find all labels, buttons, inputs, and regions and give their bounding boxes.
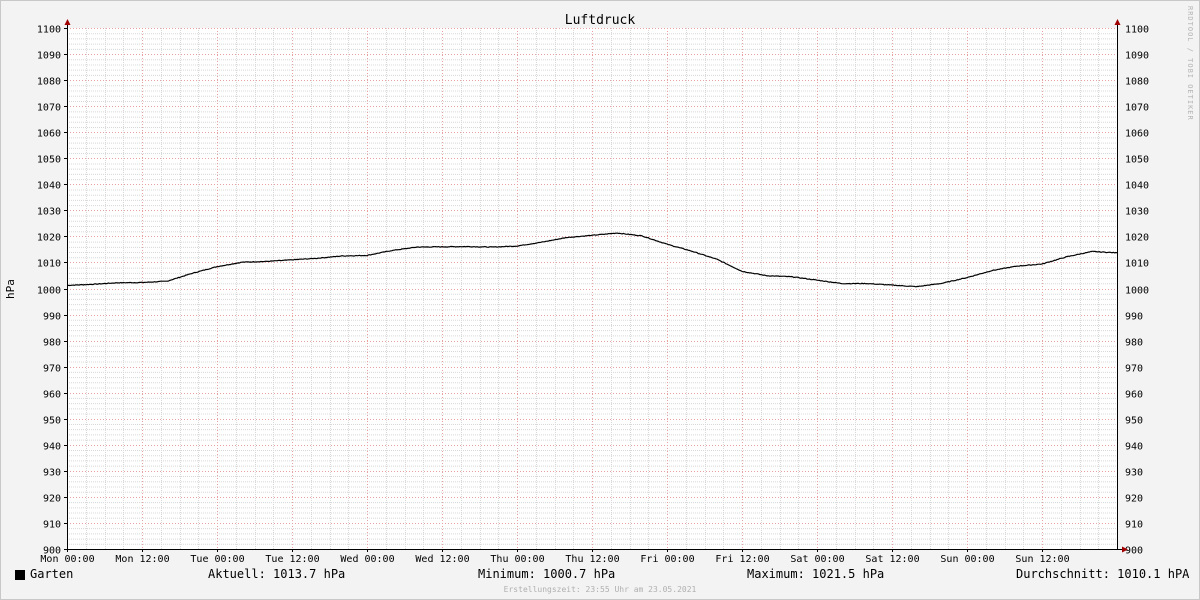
legend-minimum: Minimum: 1000.7 hPa: [478, 567, 616, 581]
x-tick-label: Sun 00:00: [940, 554, 994, 565]
legend-average: Durchschnitt: 1010.1 hPA: [1016, 567, 1190, 581]
y-tick-label-right: 1090: [1125, 51, 1149, 62]
y-tick-label-left: 990: [43, 312, 61, 323]
y-tick-label-left: 980: [43, 338, 61, 349]
rrdtool-watermark: RRDTOOL / TOBI OETIKER: [1186, 6, 1194, 121]
legend-swatch: [15, 570, 25, 580]
x-tick-label: Mon 12:00: [115, 554, 169, 565]
y-tick-label-left: 1040: [37, 181, 61, 192]
y-axis-arrow-left: [64, 19, 71, 25]
y-tick-label-right: 940: [1125, 442, 1143, 453]
y-tick-label-right: 1020: [1125, 233, 1149, 244]
y-tick-label-right: 1010: [1125, 259, 1149, 270]
y-tick-label-left: 1020: [37, 233, 61, 244]
legend-maximum: Maximum: 1021.5 hPa: [747, 567, 885, 581]
y-tick-label-left: 960: [43, 390, 61, 401]
y-tick-label-right: 1100: [1125, 25, 1149, 36]
y-axis-label-left: hPa: [4, 279, 17, 299]
y-tick-label-left: 1030: [37, 207, 61, 218]
y-tick-label-right: 1070: [1125, 103, 1149, 114]
x-tick-label: Fri 00:00: [640, 554, 694, 565]
x-tick-label: Tue 12:00: [265, 554, 319, 565]
y-tick-label-left: 1080: [37, 77, 61, 88]
legend-current: Aktuell: 1013.7 hPa: [208, 567, 346, 581]
x-tick-label: Wed 12:00: [415, 554, 469, 565]
x-tick-label: Sat 12:00: [865, 554, 919, 565]
x-tick-label: Wed 00:00: [340, 554, 394, 565]
y-axis-arrow-right: [1114, 19, 1121, 25]
legend-series-name: Garten: [30, 567, 74, 581]
y-tick-label-right: 990: [1125, 312, 1143, 323]
y-tick-label-left: 1090: [37, 51, 61, 62]
y-tick-label-right: 1080: [1125, 77, 1149, 88]
x-tick-label: Sat 00:00: [790, 554, 844, 565]
y-tick-label-left: 950: [43, 416, 61, 427]
y-tick-label-left: 920: [43, 494, 61, 505]
x-tick-label: Sun 12:00: [1015, 554, 1069, 565]
y-tick-label-right: 930: [1125, 468, 1143, 479]
y-tick-label-right: 1060: [1125, 129, 1149, 140]
y-tick-label-right: 910: [1125, 520, 1143, 531]
y-tick-label-right: 970: [1125, 364, 1143, 375]
y-tick-label-right: 950: [1125, 416, 1143, 427]
y-tick-label-right: 1030: [1125, 207, 1149, 218]
y-tick-label-right: 900: [1125, 546, 1143, 557]
y-tick-label-right: 980: [1125, 338, 1143, 349]
y-tick-label-right: 960: [1125, 390, 1143, 401]
x-tick-label: Tue 00:00: [190, 554, 244, 565]
y-tick-label-left: 910: [43, 520, 61, 531]
x-tick-label: Mon 00:00: [40, 554, 94, 565]
y-tick-label-left: 1010: [37, 259, 61, 270]
y-tick-label-right: 1050: [1125, 155, 1149, 166]
y-tick-label-right: 1000: [1125, 286, 1149, 297]
y-tick-label-left: 1060: [37, 129, 61, 140]
creation-time-footer: Erstellungszeit: 23:55 Uhr am 23.05.2021: [503, 585, 697, 594]
y-tick-label-left: 1050: [37, 155, 61, 166]
line-chart: Luftdruck hPa 900 900910 910920 920930 93094…: [4, 13, 1149, 565]
x-tick-label: Fri 12:00: [715, 554, 769, 565]
y-tick-label-right: 920: [1125, 494, 1143, 505]
chart-title: Luftdruck: [565, 13, 636, 28]
y-tick-label-right: 1040: [1125, 181, 1149, 192]
x-tick-label: Thu 00:00: [490, 554, 544, 565]
y-tick-label-left: 970: [43, 364, 61, 375]
y-tick-label-left: 1070: [37, 103, 61, 114]
x-tick-label: Thu 12:00: [565, 554, 619, 565]
y-tick-label-left: 940: [43, 442, 61, 453]
y-tick-label-left: 1100: [37, 25, 61, 36]
y-tick-label-left: 1000: [37, 286, 61, 297]
y-tick-label-left: 930: [43, 468, 61, 479]
